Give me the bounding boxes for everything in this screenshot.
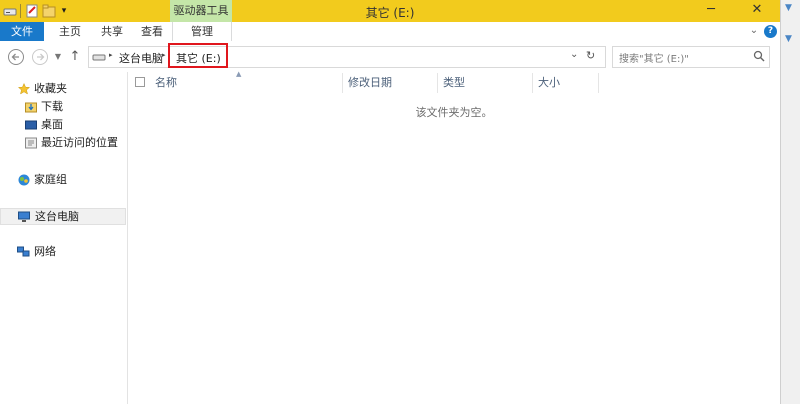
computer-icon	[18, 211, 30, 223]
refresh-icon[interactable]: ↻	[586, 49, 595, 62]
search-placeholder: 搜索"其它 (E:)"	[619, 54, 689, 65]
column-header-modified[interactable]: 修改日期	[348, 72, 392, 94]
search-input[interactable]: 搜索"其它 (E:)"	[612, 46, 770, 68]
nav-this-pc-label: 这台电脑	[35, 210, 79, 223]
drive-icon	[92, 51, 106, 66]
column-divider[interactable]	[598, 73, 599, 93]
tab-view[interactable]: 查看	[134, 22, 170, 41]
select-all-checkbox[interactable]	[135, 77, 145, 87]
properties-icon[interactable]	[26, 4, 38, 18]
tab-manage[interactable]: 管理	[172, 22, 232, 41]
ribbon-expand-icon[interactable]: ⌄	[748, 25, 760, 39]
nav-network[interactable]: 网络	[0, 243, 126, 261]
nav-desktop[interactable]: 桌面	[0, 116, 126, 134]
column-header-name[interactable]: 名称	[155, 72, 177, 94]
address-dropdown-icon[interactable]: ⌄	[570, 49, 578, 60]
network-icon	[17, 246, 30, 258]
nav-downloads-label: 下载	[41, 100, 63, 113]
breadcrumb-this-pc[interactable]: 这台电脑	[119, 50, 163, 66]
qat-separator	[20, 4, 21, 18]
breadcrumb-chevron-icon[interactable]: ▸	[109, 51, 113, 59]
new-folder-icon[interactable]	[42, 4, 56, 18]
nav-this-pc[interactable]: 这台电脑	[0, 208, 126, 225]
nav-homegroup[interactable]: 家庭组	[0, 171, 126, 189]
recent-places-icon	[25, 137, 37, 149]
back-icon[interactable]	[6, 47, 26, 67]
empty-folder-message: 该文件夹为空。	[415, 106, 493, 119]
scroll-up-icon[interactable]: ▼	[785, 3, 792, 13]
column-header-size[interactable]: 大小	[538, 72, 560, 94]
nav-recent[interactable]: 最近访问的位置	[0, 134, 126, 152]
highlight-box	[168, 43, 228, 68]
help-icon[interactable]: ?	[764, 25, 777, 38]
nav-desktop-label: 桌面	[41, 118, 63, 131]
tab-home[interactable]: 主页	[52, 22, 88, 41]
column-divider[interactable]	[532, 73, 533, 93]
nav-favorites-label: 收藏夹	[34, 82, 67, 95]
nav-homegroup-label: 家庭组	[34, 173, 67, 186]
downloads-folder-icon	[25, 101, 37, 113]
breadcrumb-chevron-icon[interactable]: ▸	[162, 51, 166, 59]
sort-ascending-icon: ▲	[236, 70, 242, 78]
scroll-down-icon[interactable]: ▼	[785, 34, 792, 44]
column-divider[interactable]	[437, 73, 438, 93]
search-icon[interactable]	[753, 50, 765, 65]
up-icon[interactable]: ↑	[67, 47, 83, 67]
column-divider[interactable]	[342, 73, 343, 93]
nav-recent-label: 最近访问的位置	[41, 136, 118, 149]
nav-downloads[interactable]: 下载	[0, 98, 126, 116]
desktop-icon	[25, 119, 37, 131]
close-button[interactable]: ✕	[740, 0, 774, 22]
nav-network-label: 网络	[34, 245, 56, 258]
column-header-type[interactable]: 类型	[443, 72, 465, 94]
address-bar[interactable]: ▸ 这台电脑 ▸ 其它 (E:) ⌄ ↻	[88, 46, 606, 68]
drive-icon[interactable]	[3, 4, 17, 18]
right-scroll-strip[interactable]: ▼ ▼	[780, 0, 800, 404]
recent-locations-icon[interactable]: ▼	[52, 47, 64, 67]
homegroup-icon	[18, 174, 30, 186]
minimize-button[interactable]: ─	[694, 0, 728, 22]
nav-favorites[interactable]: 收藏夹	[0, 80, 126, 98]
tab-file[interactable]: 文件	[0, 22, 44, 41]
forward-icon[interactable]	[30, 47, 50, 67]
tab-share[interactable]: 共享	[94, 22, 130, 41]
star-icon	[17, 82, 31, 95]
qat-dropdown-icon[interactable]: ▾	[59, 4, 69, 18]
window-title: 其它 (E:)	[365, 6, 415, 20]
